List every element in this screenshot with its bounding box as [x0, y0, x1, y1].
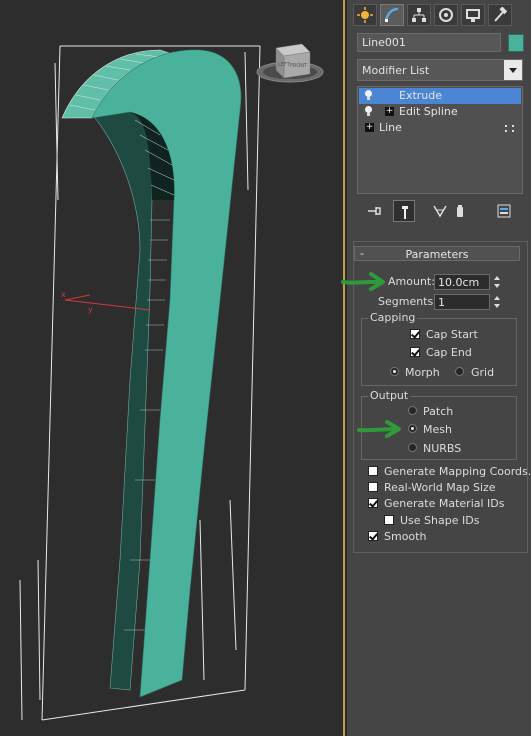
- smooth-label: Smooth: [384, 530, 427, 543]
- amount-spinner-arrows[interactable]: [491, 274, 503, 290]
- end-result-icon: [402, 206, 408, 219]
- configure-modifier-sets-button[interactable]: [493, 200, 515, 222]
- cap-end-label: Cap End: [426, 346, 472, 359]
- generate-mapping-label: Generate Mapping Coords.: [384, 465, 531, 478]
- mesh-label: Mesh: [423, 423, 452, 436]
- cap-end-checkbox[interactable]: [410, 347, 420, 357]
- utilities-tab[interactable]: [488, 4, 512, 26]
- stack-item-edit-spline[interactable]: + Edit Spline: [359, 104, 521, 120]
- modify-icon: [384, 7, 399, 22]
- mesh-radio[interactable]: [408, 424, 417, 433]
- modify-tab[interactable]: [380, 4, 404, 26]
- morph-radio[interactable]: [390, 367, 399, 376]
- make-unique-icon: [433, 205, 447, 218]
- trash-icon: [457, 205, 463, 217]
- configure-sets-icon: [497, 204, 511, 218]
- real-world-map-size-checkbox[interactable]: [368, 482, 378, 492]
- output-group-title: Output: [368, 389, 411, 402]
- use-shape-ids-checkbox[interactable]: [384, 515, 394, 525]
- patch-radio[interactable]: [408, 406, 417, 415]
- segments-label: Segments:: [378, 295, 437, 308]
- capping-group-title: Capping: [368, 311, 418, 324]
- patch-label: Patch: [423, 405, 454, 418]
- nurbs-radio[interactable]: [408, 443, 417, 452]
- lightbulb-icon[interactable]: [365, 106, 372, 116]
- axis-x-label: x: [61, 290, 66, 299]
- stack-item-line[interactable]: + Line: [359, 120, 521, 136]
- viewcube-left-face: LEFT: [278, 62, 291, 68]
- hierarchy-icon: [412, 8, 426, 22]
- modifier-list-label: Modifier List: [362, 64, 430, 77]
- modifier-list-dropdown[interactable]: Modifier List: [357, 59, 523, 81]
- display-tab[interactable]: [461, 4, 485, 26]
- annotation-arrow-mesh-icon: [357, 420, 401, 438]
- segments-field[interactable]: 1: [434, 294, 490, 310]
- rollout-title: Parameters: [405, 248, 469, 261]
- create-icon: [357, 7, 373, 23]
- stack-item-extrude[interactable]: Extrude: [359, 88, 521, 104]
- amount-field[interactable]: 10.0cm: [434, 274, 490, 290]
- nurbs-label: NURBS: [423, 442, 462, 455]
- viewport-scene: x y LEFT FRONT: [19, 43, 324, 721]
- segments-spinner-arrows[interactable]: [491, 294, 503, 310]
- morph-label: Morph: [405, 366, 440, 379]
- cap-start-label: Cap Start: [426, 328, 478, 341]
- lightbulb-icon[interactable]: [365, 90, 372, 100]
- generate-mapping-checkbox[interactable]: [368, 466, 378, 476]
- display-icon: [466, 9, 480, 22]
- hierarchy-tab[interactable]: [407, 4, 431, 26]
- create-tab[interactable]: [353, 4, 377, 26]
- viewcube-front-face: FRONT: [290, 63, 308, 69]
- stack-item-label: Edit Spline: [399, 105, 458, 118]
- real-world-map-size-label: Real-World Map Size: [384, 481, 496, 494]
- stack-item-label: Extrude: [399, 89, 443, 102]
- grid-label: Grid: [471, 366, 495, 379]
- pin-icon: [368, 207, 381, 215]
- expand-plus-icon[interactable]: +: [365, 123, 374, 132]
- stack-item-label: Line: [379, 121, 402, 134]
- use-shape-ids-label: Use Shape IDs: [400, 514, 480, 527]
- grid-radio[interactable]: [455, 367, 464, 376]
- command-panel: Line001 Modifier List Extrude + Edit Spl…: [341, 0, 531, 736]
- pin-stack-button[interactable]: [363, 200, 385, 222]
- parameters-rollout-header[interactable]: - Parameters: [354, 246, 520, 261]
- chevron-down-icon[interactable]: [504, 60, 522, 80]
- cap-start-checkbox[interactable]: [410, 329, 420, 339]
- object-color-swatch[interactable]: [508, 34, 524, 52]
- sub-object-dots-icon: [505, 125, 515, 132]
- remove-modifier-button[interactable]: [449, 200, 471, 222]
- perspective-viewport[interactable]: x y LEFT FRONT: [0, 0, 345, 736]
- axis-y-label: y: [88, 305, 93, 314]
- expand-plus-icon[interactable]: +: [385, 107, 394, 116]
- generate-material-ids-checkbox[interactable]: [368, 498, 378, 508]
- motion-icon: [439, 8, 453, 22]
- amount-label: Amount:: [388, 275, 435, 288]
- hammer-icon: [494, 7, 508, 22]
- show-end-result-button[interactable]: [393, 200, 415, 222]
- annotation-arrow-amount-icon: [341, 272, 385, 291]
- modifier-stack: Extrude + Edit Spline + Line: [357, 86, 523, 194]
- viewcube[interactable]: LEFT FRONT: [256, 43, 324, 83]
- make-unique-button[interactable]: [429, 200, 451, 222]
- object-name-field[interactable]: Line001: [357, 33, 501, 52]
- smooth-checkbox[interactable]: [368, 531, 378, 541]
- generate-material-ids-label: Generate Material IDs: [384, 497, 505, 510]
- motion-tab[interactable]: [434, 4, 458, 26]
